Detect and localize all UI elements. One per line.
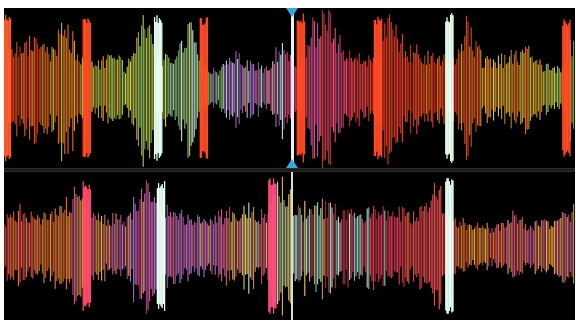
deck-1-waveform[interactable] xyxy=(4,8,575,168)
deck-area xyxy=(4,8,575,320)
playhead-top-marker-icon xyxy=(286,8,298,17)
deck-2-waveform-canvas xyxy=(4,176,575,316)
deck-2-playhead xyxy=(291,172,293,320)
deck-1-playhead xyxy=(291,8,294,168)
deck-2-waveform[interactable] xyxy=(4,172,575,320)
waveform-display xyxy=(0,0,576,324)
playhead-bottom-marker-icon xyxy=(286,159,298,168)
deck-1-waveform-canvas xyxy=(4,10,575,168)
